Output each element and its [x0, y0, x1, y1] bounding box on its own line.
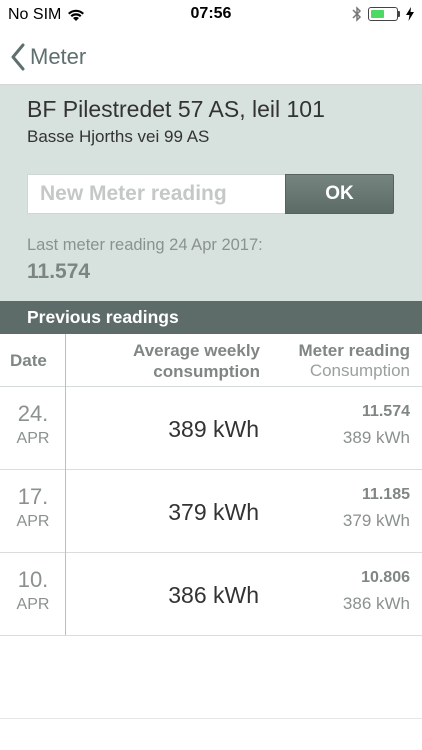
row-day: 17.	[17, 484, 49, 509]
column-date: Date	[10, 351, 47, 370]
table-row[interactable]: 17. APR 379 kWh 11.185 379 kWh	[0, 470, 422, 553]
column-average-weekly: Average weekly consumption	[100, 340, 260, 382]
table-row[interactable]: 10. APR 386 kWh 10.806 386 kWh	[0, 553, 422, 636]
table-row[interactable]: 24. APR 389 kWh 11.574 389 kWh	[0, 387, 422, 470]
row-month: APR	[16, 430, 50, 447]
nav-bar: Meter	[0, 30, 422, 85]
ok-button[interactable]: OK	[285, 174, 394, 214]
property-address: Basse Hjorths vei 99 AS	[27, 127, 210, 146]
back-label: Meter	[30, 44, 87, 69]
previous-readings-header: Previous readings	[0, 301, 422, 334]
last-reading-value: 11.574	[27, 260, 91, 283]
row-day: 10.	[17, 567, 49, 592]
date-column-divider	[65, 334, 66, 635]
column-meter-reading: Meter reading Consumption	[299, 341, 410, 381]
row-meter-reading: 11.185	[361, 486, 410, 503]
row-consumption: 386 kWh	[342, 594, 410, 613]
back-button[interactable]: Meter	[0, 43, 86, 71]
last-reading-label: Last meter reading 24 Apr 2017:	[27, 236, 263, 254]
battery-level	[371, 10, 384, 18]
chevron-left-icon	[11, 43, 25, 71]
table-header: Date Average weekly consumption Meter re…	[0, 334, 422, 387]
row-meter-reading: 11.574	[361, 403, 410, 420]
bottom-divider	[0, 718, 422, 719]
column-average-line1: Average weekly	[133, 341, 260, 360]
row-consumption: 389 kWh	[342, 428, 410, 447]
row-consumption: 379 kWh	[342, 511, 410, 530]
column-average-line2: consumption	[153, 362, 260, 381]
status-bar: No SIM 07:56	[0, 0, 422, 30]
property-title: BF Pilestredet 57 AS, leil 101	[27, 96, 325, 122]
meter-header-panel: BF Pilestredet 57 AS, leil 101 Basse Hjo…	[0, 85, 422, 301]
status-right	[352, 6, 414, 22]
bluetooth-icon	[352, 6, 362, 22]
battery-icon	[368, 7, 400, 21]
new-meter-reading-input[interactable]	[27, 174, 286, 214]
column-meter-sub: Consumption	[309, 361, 410, 380]
row-meter-reading: 10.806	[361, 569, 410, 586]
row-average: 379 kWh	[168, 499, 259, 525]
row-average: 386 kWh	[168, 582, 259, 608]
column-meter-title: Meter reading	[298, 341, 410, 360]
row-month: APR	[16, 513, 50, 530]
row-month: APR	[16, 596, 50, 613]
row-day: 24.	[17, 401, 49, 426]
readings-table: Date Average weekly consumption Meter re…	[0, 334, 422, 636]
charging-icon	[406, 7, 414, 21]
row-average: 389 kWh	[168, 416, 259, 442]
